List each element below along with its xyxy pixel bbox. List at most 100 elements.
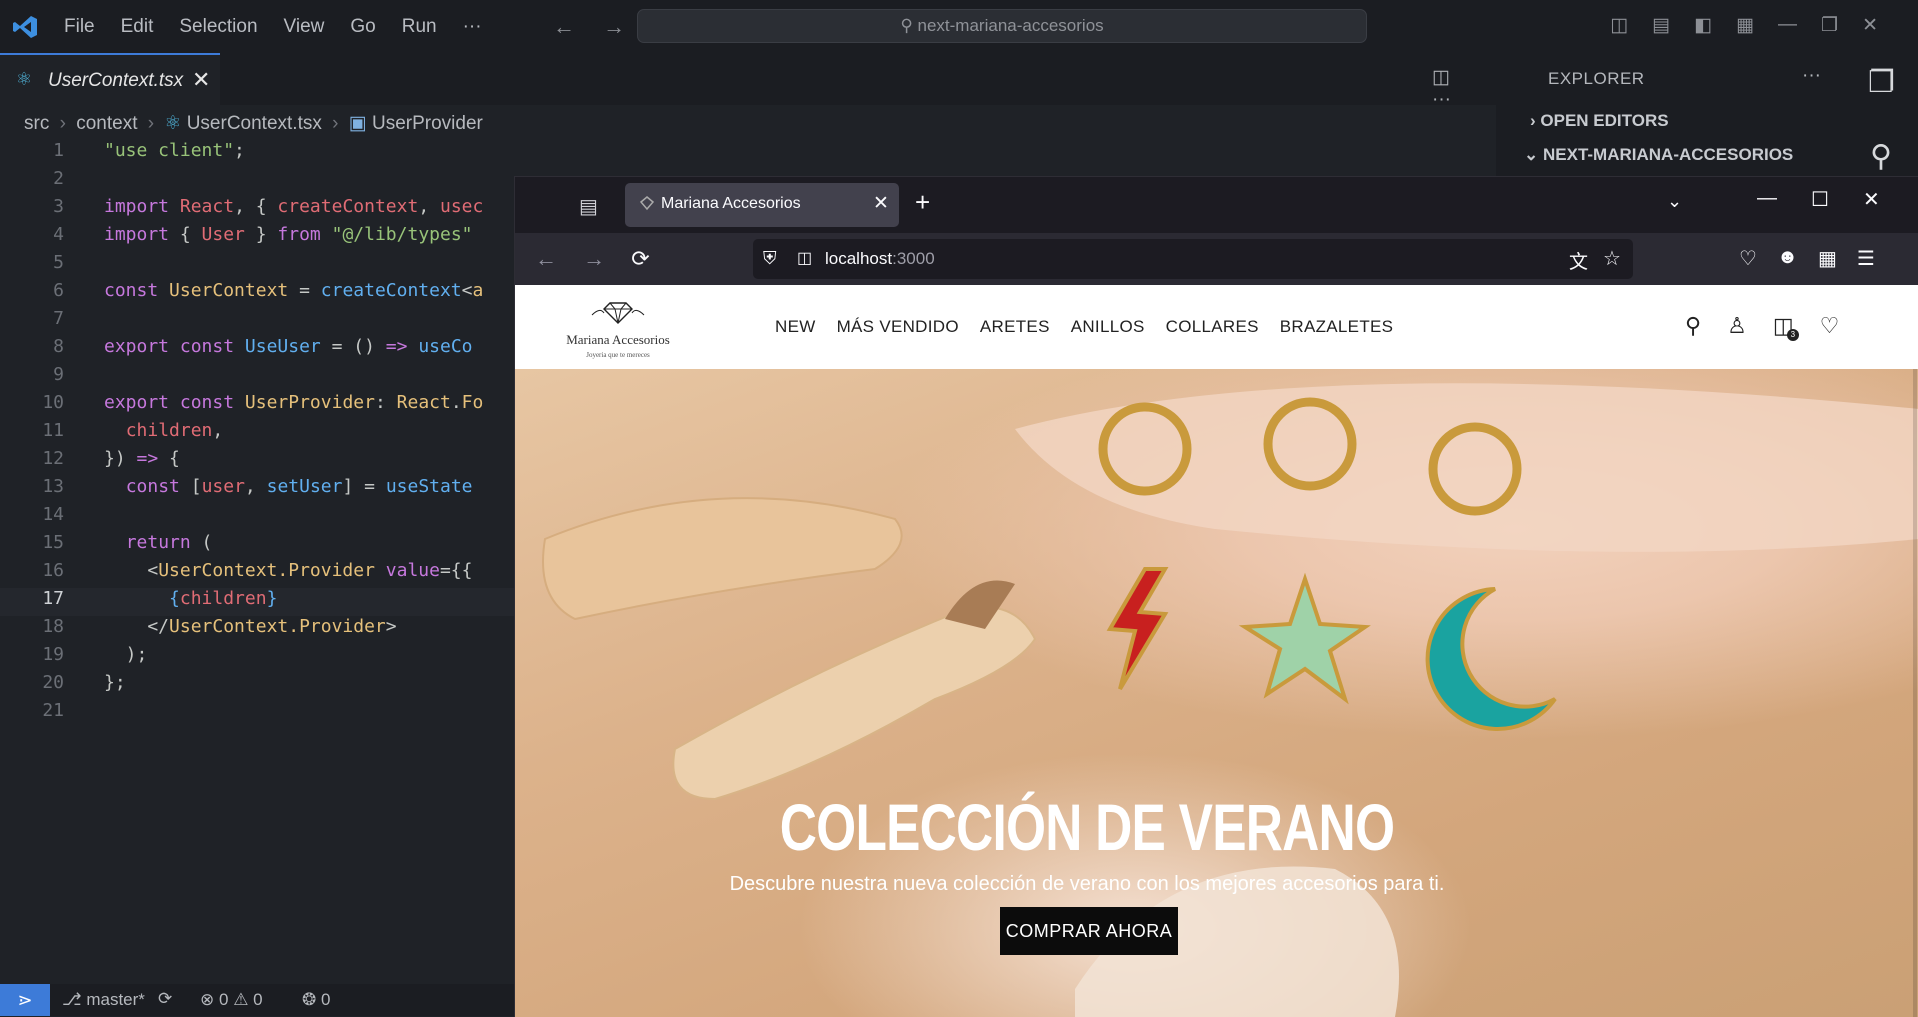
translate-icon[interactable]: 文: [1569, 247, 1588, 274]
project-section[interactable]: ⌄ NEXT-MARIANA-ACCESORIOS: [1524, 145, 1793, 165]
code-text: export const UserProvider: React.Fo: [104, 392, 484, 413]
tab-usercontext[interactable]: ⚛ UserContext.tsx ✕: [0, 53, 220, 105]
forward-arrow-icon[interactable]: →: [603, 14, 625, 39]
minimize-icon[interactable]: —: [1778, 14, 1797, 37]
browser-tab[interactable]: Mariana Accesorios ✕: [625, 183, 899, 227]
nav-aretes[interactable]: ARETES: [980, 317, 1050, 337]
code-line: 19 );: [0, 644, 514, 672]
shop-now-button[interactable]: COMPRAR AHORA: [1000, 907, 1178, 955]
new-tab-icon[interactable]: +: [915, 187, 930, 218]
error-icon: ⊗: [200, 990, 215, 1009]
explorer-more-icon[interactable]: ···: [1802, 65, 1821, 87]
heart-icon[interactable]: ♡: [1820, 313, 1840, 339]
nav-new[interactable]: NEW: [775, 317, 816, 337]
toggle-secondary-sidebar-icon[interactable]: ◧: [1694, 14, 1712, 37]
site-logo[interactable]: Mariana Accesorios Joyeria que te merece…: [553, 295, 683, 361]
breadcrumb: src › context › ⚛ UserContext.tsx › ▣ Us…: [24, 112, 483, 135]
address-bar[interactable]: ⛨ ◫ localhost:3000 文 ☆: [753, 239, 1633, 279]
back-arrow-icon[interactable]: ←: [535, 246, 557, 271]
site-nav: NEW MÁS VENDIDO ARETES ANILLOS COLLARES …: [775, 317, 1393, 337]
code-editor[interactable]: 1 "use client"; 2 3 import React, { create…: [0, 140, 514, 984]
close-tab-icon[interactable]: ✕: [192, 67, 210, 93]
branch-status[interactable]: ⎇ master*: [62, 990, 145, 1010]
explorer-title: EXPLORER: [1548, 69, 1645, 88]
search-icon[interactable]: ⚲: [1870, 139, 1892, 174]
menu-edit[interactable]: Edit: [121, 16, 154, 38]
diamond-logo-icon: [591, 302, 645, 324]
sync-icon[interactable]: ⟳: [158, 989, 172, 1009]
hamburger-menu-icon[interactable]: ☰: [1857, 246, 1875, 271]
menu-go[interactable]: Go: [350, 16, 375, 38]
editor-actions: ◫ ···: [1432, 66, 1496, 111]
command-center-search[interactable]: ⚲ next-mariana-accesorios: [637, 9, 1367, 43]
forward-arrow-icon[interactable]: →: [583, 246, 605, 271]
nav-anillos[interactable]: ANILLOS: [1071, 317, 1145, 337]
problems-status[interactable]: ⊗ 0 ⚠ 0: [200, 990, 263, 1010]
cart-icon[interactable]: ◫ 3: [1773, 313, 1799, 341]
nav-collares[interactable]: COLLARES: [1166, 317, 1259, 337]
line-number: 19: [42, 644, 64, 665]
line-number: 16: [42, 560, 64, 581]
code-line: 13 const [user, setUser] = useState: [0, 476, 514, 504]
breadcrumb-file[interactable]: UserContext.tsx: [187, 113, 322, 134]
minimize-icon[interactable]: —: [1757, 187, 1777, 212]
vscode-logo-icon: [13, 16, 37, 38]
site-favicon-icon: [639, 196, 655, 211]
code-line: 4 import { User } from "@/lib/types": [0, 224, 514, 252]
menu-run[interactable]: Run: [402, 16, 437, 38]
open-editors-section[interactable]: › OPEN EDITORS: [1530, 111, 1669, 131]
toggle-panel-icon[interactable]: ▤: [1652, 14, 1670, 37]
code-line: 9: [0, 364, 514, 392]
code-line: 8 export const UseUser = () => useCo: [0, 336, 514, 364]
url-port: :3000: [892, 249, 935, 268]
close-tab-icon[interactable]: ✕: [873, 192, 889, 215]
nav-mas-vendido[interactable]: MÁS VENDIDO: [837, 317, 959, 337]
menu-file[interactable]: File: [64, 16, 95, 38]
line-number: 5: [53, 252, 64, 273]
close-window-icon[interactable]: ✕: [1863, 187, 1880, 212]
reload-icon[interactable]: ⟳: [631, 246, 649, 271]
user-icon[interactable]: ♙: [1727, 313, 1747, 339]
close-window-icon[interactable]: ✕: [1862, 14, 1878, 37]
restore-icon[interactable]: ❐: [1821, 14, 1838, 37]
menu-view[interactable]: View: [284, 16, 325, 38]
code-line: 11 children,: [0, 420, 514, 448]
line-number: 15: [42, 532, 64, 553]
nav-brazaletes[interactable]: BRAZALETES: [1280, 317, 1394, 337]
code-text: {children}: [169, 588, 278, 609]
react-icon: ⚛: [164, 113, 182, 134]
explorer-sidebar: EXPLORER ··· › OPEN EDITORS ⌄ NEXT-MARIA…: [1496, 53, 1846, 176]
code-line: 21: [0, 700, 514, 728]
maximize-icon[interactable]: ☐: [1811, 187, 1829, 212]
bookmark-star-icon[interactable]: ☆: [1603, 246, 1621, 271]
breadcrumb-src[interactable]: src: [24, 113, 49, 134]
search-icon[interactable]: ⚲: [1685, 313, 1701, 339]
chevron-down-icon[interactable]: ⌄: [1667, 191, 1682, 212]
split-editor-icon[interactable]: ◫: [1432, 67, 1450, 88]
files-icon[interactable]: ❐: [1868, 65, 1895, 100]
menu-more[interactable]: ···: [463, 16, 482, 38]
code-text: import React, { createContext, usec: [104, 196, 484, 217]
breadcrumb-context[interactable]: context: [76, 113, 137, 134]
back-arrow-icon[interactable]: ←: [553, 14, 575, 39]
code-text: "use client";: [104, 140, 245, 161]
open-editors-label: OPEN EDITORS: [1540, 111, 1669, 130]
account-icon[interactable]: ☻: [1777, 246, 1798, 271]
more-actions-icon[interactable]: ···: [1432, 89, 1451, 110]
page-scrollbar[interactable]: [1913, 369, 1917, 1017]
menu-selection[interactable]: Selection: [179, 16, 257, 38]
ports-status[interactable]: ❂ 0: [302, 990, 330, 1010]
breadcrumb-symbol[interactable]: UserProvider: [372, 113, 483, 134]
tab-groups-icon[interactable]: ▤: [579, 194, 598, 219]
pocket-icon[interactable]: ♡: [1739, 246, 1757, 271]
ports-count: 0: [320, 990, 331, 1009]
hero-earrings-image: [542, 383, 1918, 1017]
extensions-icon[interactable]: ▦: [1818, 246, 1837, 271]
remote-icon[interactable]: ⋗: [0, 984, 50, 1016]
customize-layout-icon[interactable]: ▦: [1736, 14, 1754, 37]
line-number: 20: [42, 672, 64, 693]
browser-toolbar: ← → ⟳ ⛨ ◫ localhost:3000 文 ☆ ♡ ☻ ▦ ☰: [515, 233, 1918, 285]
react-icon: ⚛: [16, 69, 33, 89]
code-text: import { User } from "@/lib/types": [104, 224, 473, 245]
toggle-primary-sidebar-icon[interactable]: ◫: [1610, 14, 1628, 37]
